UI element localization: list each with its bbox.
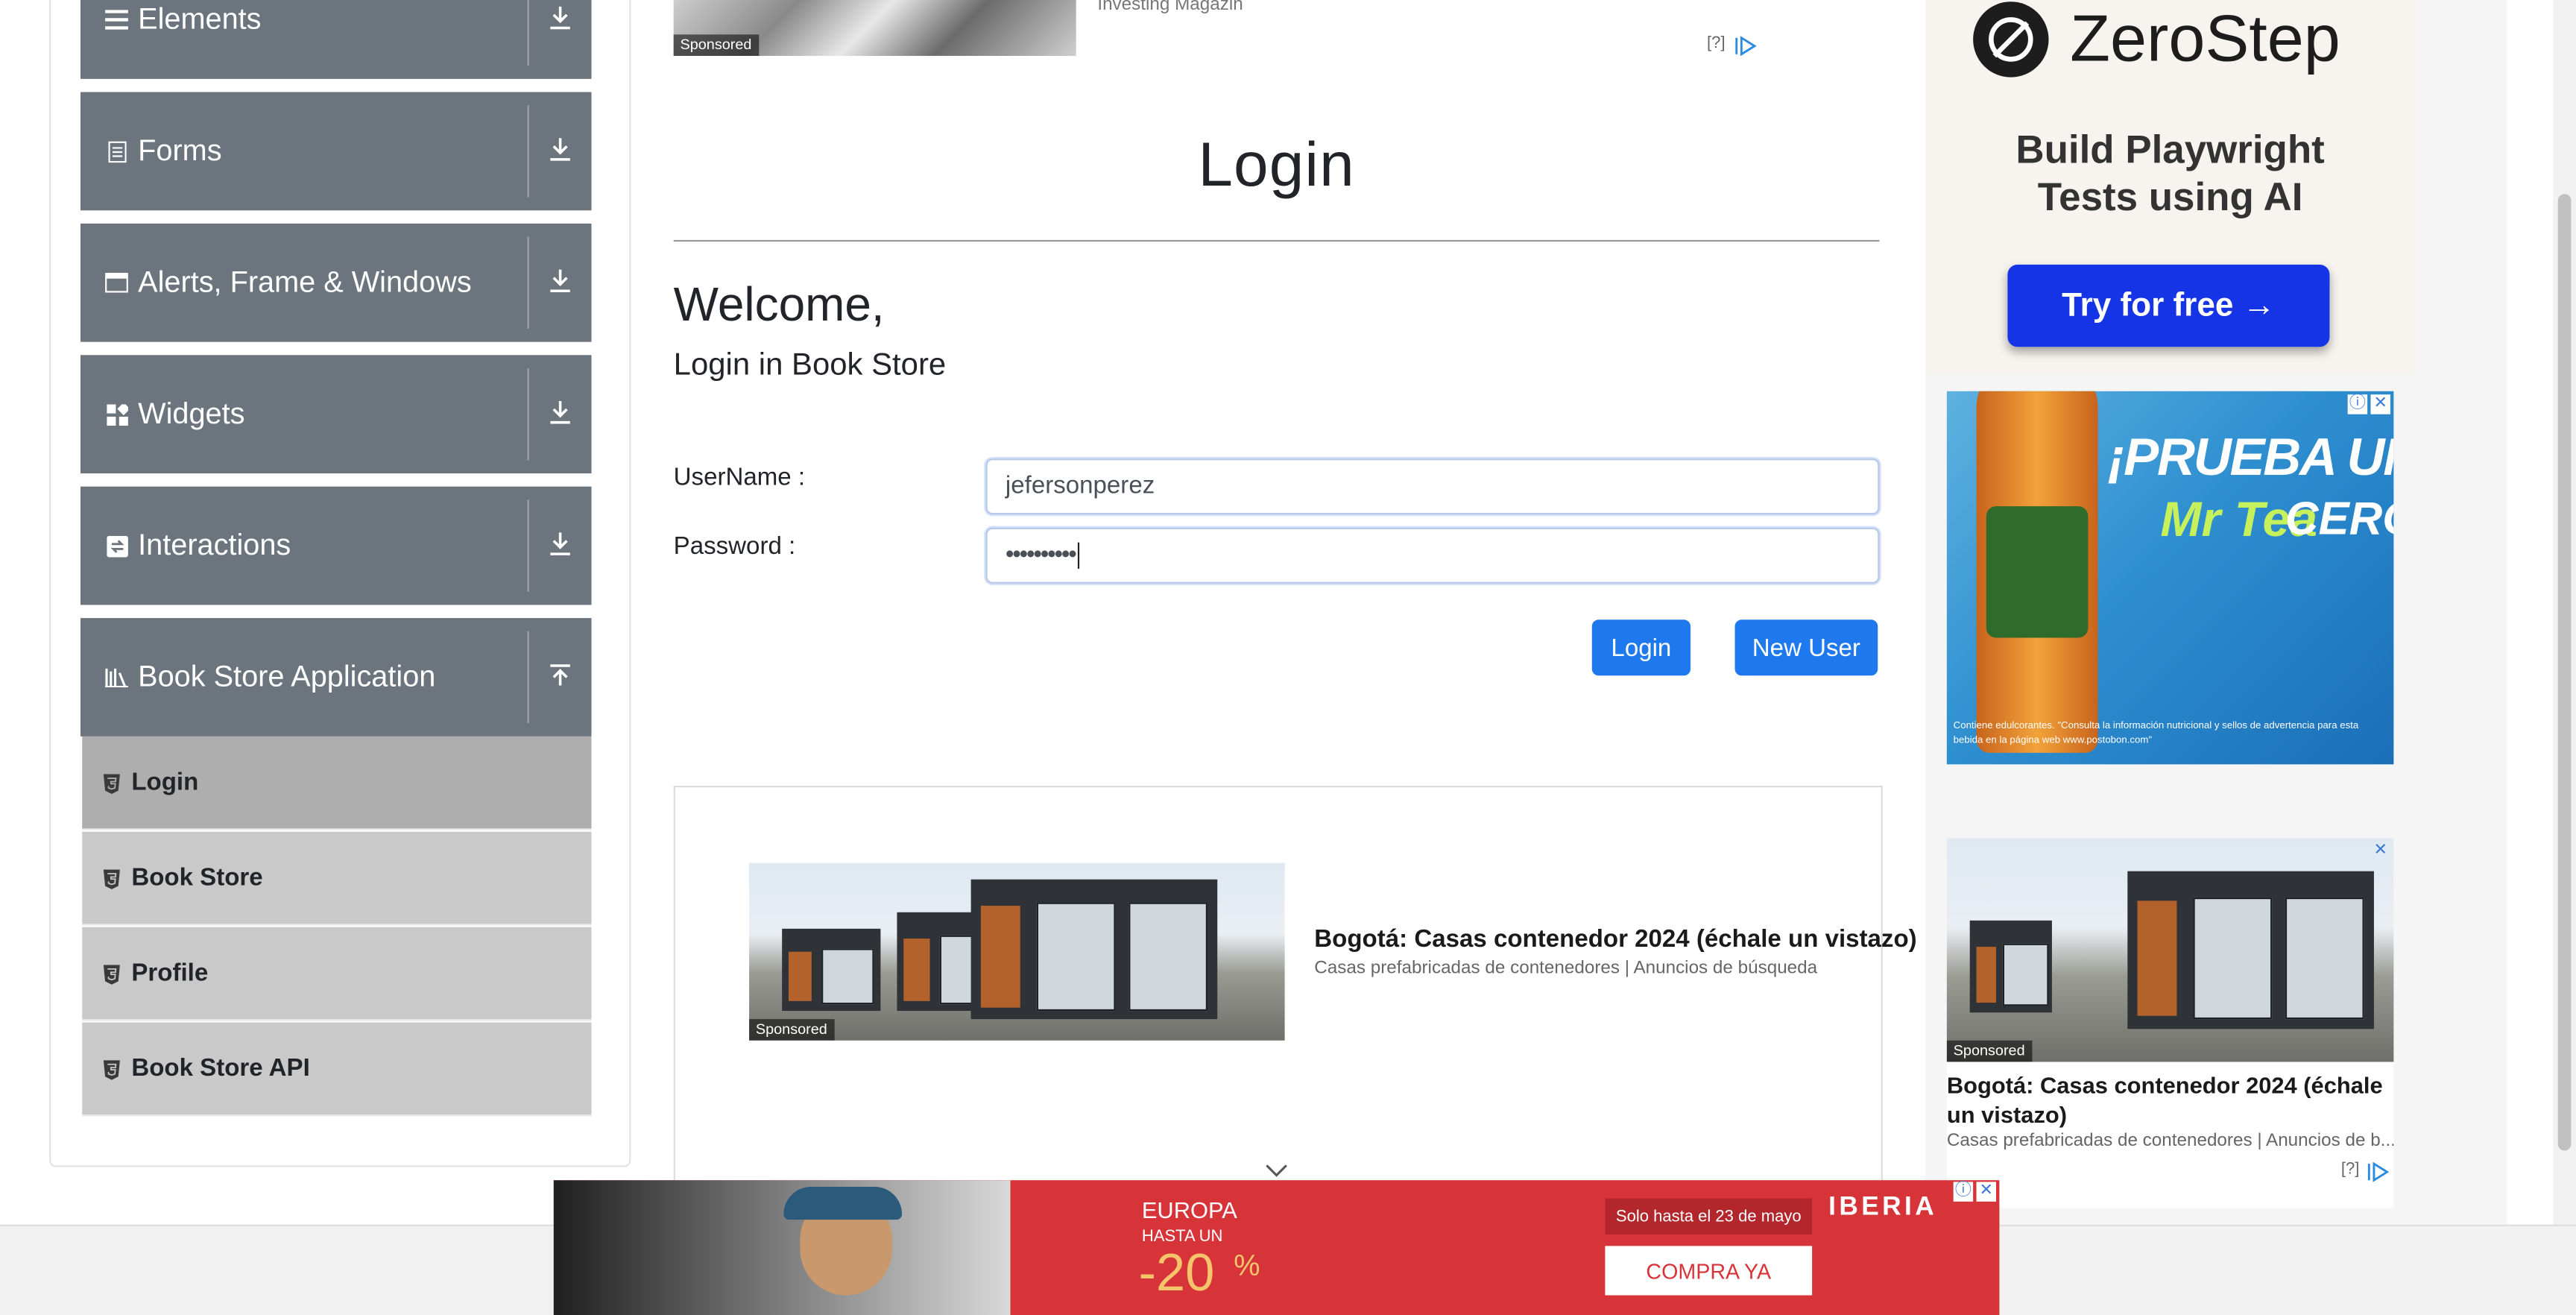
try-for-free-button[interactable]: Try for free → [2007, 265, 2330, 347]
sidebar-group-book-store-application[interactable]: Book Store Application [80, 618, 592, 737]
sidebar-group-forms[interactable]: Forms [80, 92, 592, 211]
close-icon[interactable]: ✕ [2370, 394, 2390, 414]
ad-percent: % [1234, 1249, 1260, 1282]
sidebar-group-label: Book Store Application [138, 660, 436, 693]
sidebar-item-label: Login [131, 768, 199, 797]
iberia-logo: IBERIA [1828, 1193, 1938, 1222]
sidebar-item-label: Profile [131, 959, 209, 988]
zerostep-brand: ZeroStep [2070, 3, 2340, 76]
sidebar-item-login[interactable]: Login [82, 736, 592, 830]
sidebar-group-label: Alerts, Frame & Windows [138, 265, 472, 299]
ad-headline[interactable]: Bogotá: Casas contenedor 2024 (échale un… [1947, 1070, 2394, 1129]
chevron-down-icon[interactable] [1265, 1157, 1288, 1177]
adchoices-icon[interactable] [1735, 34, 1758, 57]
adchoices-icon[interactable] [2367, 1161, 2390, 1182]
login-button[interactable]: Login [1591, 619, 1691, 676]
container-house-ad-image[interactable]: Sponsored [749, 863, 1285, 1041]
sidebar-item-profile[interactable]: Profile [82, 927, 592, 1021]
document-icon [105, 139, 128, 163]
sidebar-group-interactions[interactable]: Interactions [80, 486, 592, 605]
password-label: Password : [673, 532, 796, 561]
widgets-icon [105, 403, 128, 426]
username-label: UserName : [673, 463, 806, 492]
sidebar-group-elements[interactable]: Elements [80, 0, 592, 79]
sidebar-item-label: Book Store [131, 863, 263, 892]
download-arrow-icon[interactable] [547, 5, 577, 35]
interactions-icon [105, 534, 128, 558]
ad-source-text: Casas prefabricadas de contenedores | An… [1314, 958, 1818, 978]
download-arrow-icon[interactable] [547, 136, 577, 166]
scrollbar-thumb[interactable] [2557, 194, 2572, 1151]
sidebar-item-label: Book Store API [131, 1054, 310, 1082]
books-icon [105, 666, 128, 689]
html5-icon [103, 963, 120, 985]
html5-icon [103, 868, 120, 889]
zerostep-ad[interactable]: ZeroStep Build Playwright Tests using AI… [1925, 0, 2416, 375]
info-icon[interactable]: ⓘ [2347, 394, 2368, 414]
zerostep-logo-icon [1972, 0, 2051, 79]
container-house-ad-image: Sponsored [1946, 838, 2394, 1062]
divider [527, 368, 529, 461]
sidebar-group-label: Interactions [138, 528, 291, 562]
sidebar-group-alerts-frame-windows[interactable]: Alerts, Frame & Windows [80, 223, 592, 342]
ad-source-text: Casas prefabricadas de contenedores | An… [1946, 1131, 2394, 1151]
sidebar-item-book-store-api[interactable]: Book Store API [82, 1022, 592, 1117]
hamburger-icon [105, 8, 128, 31]
sponsored-tag: Sponsored [673, 34, 759, 56]
top-ad-image[interactable]: Sponsored [673, 0, 1076, 56]
welcome-heading: Welcome, [673, 279, 885, 332]
ad-destination: EUROPA [1141, 1196, 1237, 1223]
right-container-house-ad[interactable]: Sponsored ✕ Bogotá: Casas contenedor 202… [1946, 838, 2394, 1208]
sidebar-group-label: Forms [138, 133, 222, 167]
divider [527, 236, 529, 329]
ad-photo [553, 1180, 1011, 1315]
ad-info-link[interactable]: [?] [2341, 1161, 2360, 1179]
ad-headline[interactable]: Bogotá: Casas contenedor 2024 (échale un… [1314, 925, 1916, 953]
ad-headline: ¡PRUEBA UN [2107, 427, 2394, 487]
window-icon [105, 271, 128, 294]
download-arrow-icon[interactable] [547, 400, 577, 429]
divider [527, 105, 529, 198]
html5-icon [103, 772, 120, 795]
ad-promo-badge: Solo hasta el 23 de mayo [1605, 1198, 1813, 1234]
download-arrow-icon[interactable] [547, 268, 577, 297]
upload-arrow-icon[interactable] [547, 663, 577, 693]
sidebar-group-label: Widgets [138, 397, 245, 430]
password-value: •••••••••• [1005, 540, 1077, 569]
ad-source-text: Investing Magazin [1097, 0, 1243, 15]
new-user-button[interactable]: New User [1734, 619, 1878, 676]
divider [673, 239, 1880, 242]
sidebar-group-widgets[interactable]: Widgets [80, 355, 592, 474]
sidebar-group-label: Elements [138, 2, 262, 36]
sponsored-tag: Sponsored [749, 1019, 834, 1041]
compra-ya-button[interactable]: COMPRA YA [1605, 1246, 1813, 1296]
divider [527, 0, 529, 66]
zerostep-tagline: Tests using AI [2037, 175, 2303, 221]
divider [527, 631, 529, 724]
zerostep-tagline: Build Playwright [2015, 127, 2325, 173]
download-arrow-icon[interactable] [547, 531, 577, 561]
bottle-image [1976, 391, 2098, 753]
browser-viewport: Elements Forms Alerts, Frame & Windows W… [0, 0, 2576, 1315]
ad-info-link[interactable]: [?] [1707, 34, 1726, 52]
username-input[interactable]: jefersonperez [985, 458, 1880, 515]
page-title: Login [1198, 131, 1355, 201]
mr-tea-ad[interactable]: ¡PRUEBA UN Mr Tea CERO Contiene edulcora… [1946, 391, 2394, 765]
close-icon[interactable]: ✕ [2371, 842, 2390, 861]
html5-icon [103, 1059, 120, 1080]
text-cursor [1076, 542, 1079, 569]
ad-discount: -20 [1138, 1242, 1215, 1302]
info-icon[interactable]: ⓘ [1953, 1182, 1974, 1202]
close-icon[interactable]: ✕ [1976, 1182, 1996, 1202]
login-subtitle: Login in Book Store [673, 348, 947, 383]
ad-headline: CERO [2285, 493, 2393, 544]
ad-disclaimer: Contiene edulcorantes. "Consulta la info… [1953, 721, 2359, 747]
divider [527, 499, 529, 592]
iberia-ad[interactable]: EUROPA HASTA UN -20 % Solo hasta el 23 d… [553, 1180, 2000, 1315]
sidebar-item-book-store[interactable]: Book Store [82, 831, 592, 926]
password-input[interactable]: •••••••••• [985, 527, 1880, 584]
sponsored-tag: Sponsored [1946, 1040, 2032, 1062]
